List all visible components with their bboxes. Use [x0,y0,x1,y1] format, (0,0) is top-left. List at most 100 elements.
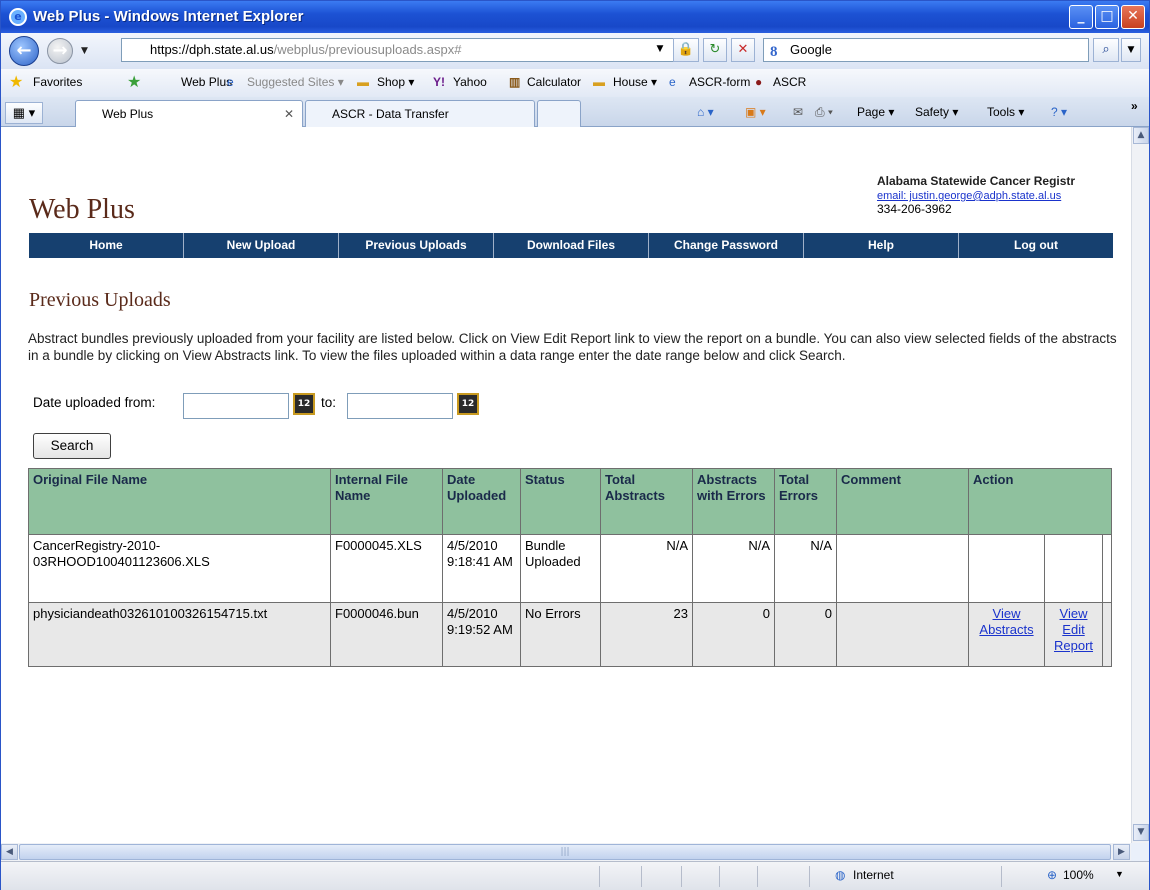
abstracts-with-errors: 0 [692,602,775,667]
window-title: Web Plus - Windows Internet Explorer [33,8,304,25]
menu-new-upload[interactable]: New Upload [184,233,339,258]
uploads-table: Original File Name Internal File Name Da… [28,468,1112,667]
zoom-level[interactable]: 100% [1063,868,1094,882]
total-abstracts: N/A [600,534,693,603]
fav-ascr-form[interactable]: ASCR-form [689,75,750,89]
search-icon[interactable]: ⌕ [1093,38,1119,62]
url-path: /webplus/previousuploads.aspx# [273,42,462,57]
fav-web-plus[interactable]: Web Plus [181,75,232,89]
col-original-file-name[interactable]: Original File Name [28,468,331,535]
fav-calculator[interactable]: Calculator [527,75,581,89]
fav-shop[interactable]: Shop ▾ [377,75,414,89]
scroll-right-icon[interactable]: ▶ [1113,844,1130,860]
zoom-icon[interactable]: ⊕ [1047,868,1057,882]
search-options-icon[interactable]: ▼ [1121,38,1141,62]
col-total-abstracts[interactable]: Total Abstracts [600,468,693,535]
view-abstracts-link[interactable]: View Abstracts [979,606,1033,637]
menu-change-password[interactable]: Change Password [649,233,804,258]
search-engine-label: Google [790,42,832,57]
date-to-label: to: [321,395,337,410]
address-bar[interactable]: https://dph.state.al.us/webplus/previous… [121,38,681,62]
mail-icon[interactable]: ✉ [793,105,803,119]
print-icon[interactable]: ⎙ ▾ [815,105,833,120]
maximize-button[interactable]: □ [1095,5,1119,29]
abstracts-with-errors: N/A [692,534,775,603]
page-title: Previous Uploads [29,289,171,311]
menu-previous-uploads[interactable]: Previous Uploads [339,233,494,258]
home-icon[interactable]: ⌂ ▾ [697,105,714,119]
intro-text: Abstract bundles previously uploaded fro… [28,331,1117,363]
back-button[interactable]: ← [9,36,39,66]
menu-download-files[interactable]: Download Files [494,233,649,258]
comment [836,534,969,603]
toolbar-overflow-icon[interactable]: » [1131,99,1138,113]
scroll-thumb[interactable]: ||| [19,844,1111,860]
status-divider [719,866,720,887]
close-button[interactable]: ✕ [1121,5,1145,29]
horizontal-scrollbar[interactable]: ◀ ||| ▶ [1,843,1131,861]
original-file-name: CancerRegistry-2010-03RHOOD100401123606.… [28,534,331,603]
menu-home[interactable]: Home [29,233,184,258]
date-uploaded: 4/5/2010 9:18:41 AM [442,534,521,603]
globe-icon: ◍ [835,868,846,882]
calculator-icon: ▥ [509,75,521,89]
col-date-uploaded[interactable]: Date Uploaded [442,468,521,535]
address-dropdown-icon[interactable]: ▼ [651,38,669,62]
date-from-input[interactable] [183,393,289,419]
tab-label: ASCR - Data Transfer [332,107,449,121]
safety-menu[interactable]: Safety ▾ [915,105,958,119]
add-favorites-icon[interactable]: ★ [127,72,141,92]
lock-icon[interactable]: 🔒 [673,38,699,62]
fav-yahoo[interactable]: Yahoo [453,75,487,89]
search-button[interactable]: Search [33,433,111,459]
help-icon[interactable]: ? ▾ [1051,105,1067,119]
minimize-button[interactable]: _ [1069,5,1093,29]
folder-icon: ▬ [593,75,605,89]
search-input[interactable]: 8 Google [763,38,1089,62]
page-menu[interactable]: Page ▾ [857,105,894,119]
col-total-errors[interactable]: Total Errors [774,468,837,535]
calendar-icon[interactable]: 12 [457,393,479,415]
scroll-up-icon[interactable]: ▲ [1133,127,1149,144]
tab-web-plus[interactable]: Web Plus ✕ [75,100,303,128]
fav-house[interactable]: House ▾ [613,75,657,89]
col-abstracts-with-errors[interactable]: Abstracts with Errors [692,468,775,535]
scroll-down-icon[interactable]: ▼ [1133,824,1149,841]
email-link[interactable]: email: justin.george@adph.state.al.us [877,190,1061,202]
menu-log-out[interactable]: Log out [959,233,1113,258]
tab-ascr-data-transfer[interactable]: ASCR - Data Transfer [305,100,535,127]
col-status[interactable]: Status [520,468,601,535]
history-dropdown-icon[interactable]: ▼ [81,46,88,56]
address-toolbar: ← → ▼ https://dph.state.al.us/webplus/pr… [1,33,1149,69]
date-to-input[interactable] [347,393,453,419]
tab-label: Web Plus [102,107,154,121]
fav-suggested-sites[interactable]: Suggested Sites ▾ [247,75,344,89]
forward-button[interactable]: → [47,38,73,64]
action-cell [1044,534,1103,603]
internal-file-name: F0000046.bun [330,602,443,667]
ie-page-icon: e [669,75,676,89]
col-internal-file-name[interactable]: Internal File Name [330,468,443,535]
refresh-icon[interactable]: ↻ [703,38,727,62]
vertical-scrollbar[interactable]: ▲ ▼ [1131,127,1149,843]
site-logo[interactable]: Web Plus [29,194,135,226]
favorites-button[interactable]: Favorites [33,75,82,89]
phone-number: 334-206-3962 [877,202,952,216]
tools-menu[interactable]: Tools ▾ [987,105,1024,119]
status-divider [809,866,810,887]
table-header-row: Original File Name Internal File Name Da… [28,468,1112,535]
ie-page-icon: e [227,75,234,89]
table-row: physiciandeath032610100326154715.txt F00… [28,602,1112,667]
view-edit-report-link[interactable]: View Edit Report [1054,606,1093,653]
scroll-left-icon[interactable]: ◀ [1,844,18,860]
zoom-dropdown-icon[interactable]: ▼ [1115,869,1124,879]
close-tab-icon[interactable]: ✕ [284,107,294,121]
new-tab-button[interactable] [537,100,581,127]
col-comment[interactable]: Comment [836,468,969,535]
quick-tabs-icon[interactable]: ▦ ▾ [5,102,43,124]
menu-help[interactable]: Help [804,233,959,258]
calendar-icon[interactable]: 12 [293,393,315,415]
feeds-icon[interactable]: ▣ ▾ [745,105,766,119]
fav-ascr[interactable]: ASCR [773,75,806,89]
stop-icon[interactable]: ✕ [731,38,755,62]
